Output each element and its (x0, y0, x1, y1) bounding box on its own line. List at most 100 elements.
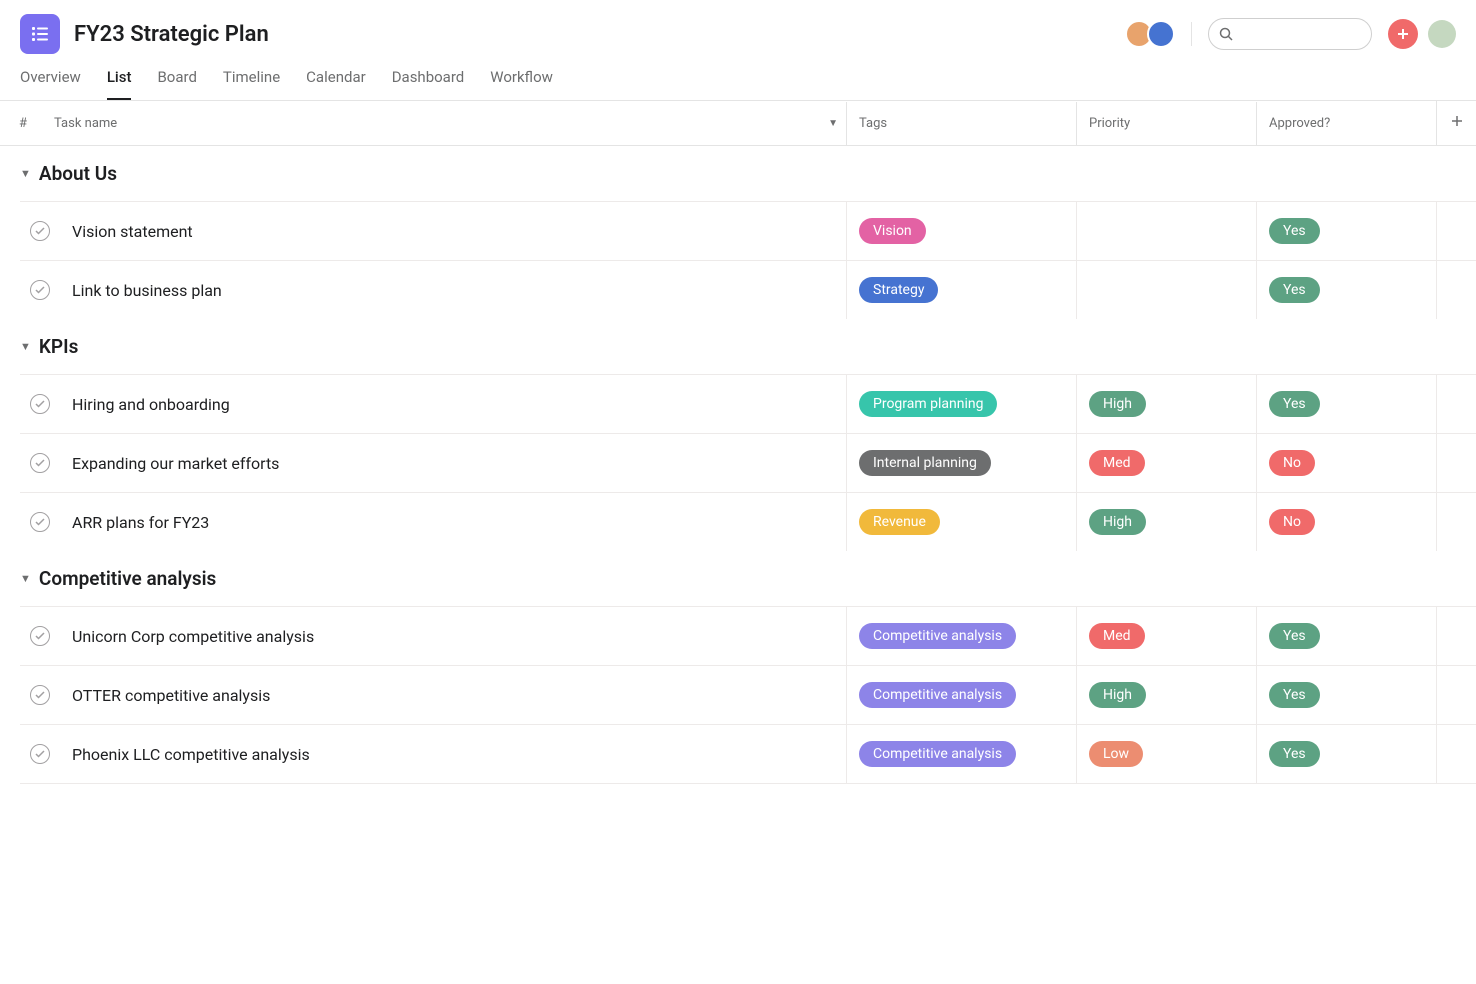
task-name[interactable]: Vision statement (60, 222, 846, 241)
task-name[interactable]: Link to business plan (60, 281, 846, 300)
column-task-name[interactable]: Task name ▼ (46, 102, 846, 145)
tag-pill: Revenue (859, 509, 940, 535)
row-spacer (1436, 493, 1476, 551)
table-row[interactable]: Expanding our market effortsInternal pla… (20, 433, 1476, 492)
task-priority-cell[interactable]: Med (1076, 607, 1256, 665)
table-row[interactable]: Phoenix LLC competitive analysis Competit… (20, 724, 1476, 784)
complete-checkbox[interactable] (30, 626, 50, 646)
section-header[interactable]: ▼ KPIs (0, 319, 1476, 374)
project-icon[interactable] (20, 14, 60, 54)
tag-pill: Vision (859, 218, 926, 244)
tab-timeline[interactable]: Timeline (223, 68, 280, 100)
chevron-down-icon[interactable]: ▼ (828, 118, 838, 129)
column-task-label: Task name (54, 116, 117, 131)
table-row[interactable]: Unicorn Corp competitive analysis Competi… (20, 606, 1476, 665)
complete-checkbox[interactable] (30, 685, 50, 705)
task-tags-cell[interactable]: Internal planning (846, 434, 1076, 492)
task-approved-cell[interactable]: No (1256, 493, 1436, 551)
add-column-button[interactable] (1436, 101, 1476, 145)
row-spacer (1436, 607, 1476, 665)
check-icon (35, 400, 45, 408)
complete-checkbox[interactable] (30, 280, 50, 300)
tab-list[interactable]: List (107, 68, 132, 100)
priority-pill: Med (1089, 623, 1145, 649)
table-row[interactable]: Link to business plan Strategy Yes (20, 260, 1476, 319)
task-approved-cell[interactable]: No (1256, 434, 1436, 492)
task-priority-cell[interactable]: Med (1076, 434, 1256, 492)
task-name[interactable]: Unicorn Corp competitive analysis (60, 627, 846, 646)
table-row[interactable]: Vision statement Vision Yes (20, 201, 1476, 260)
section-title: KPIs (39, 335, 78, 358)
column-number: # (0, 102, 46, 145)
tab-board[interactable]: Board (157, 68, 196, 100)
column-priority[interactable]: Priority (1076, 102, 1256, 145)
table-row[interactable]: ARR plans for FY23 Revenue High No (20, 492, 1476, 551)
column-approved[interactable]: Approved? (1256, 102, 1436, 145)
task-priority-cell[interactable]: High (1076, 666, 1256, 724)
tab-overview[interactable]: Overview (20, 68, 81, 100)
check-icon (35, 750, 45, 758)
member-avatars[interactable] (1125, 20, 1175, 48)
task-name[interactable]: Expanding our market efforts (60, 454, 846, 473)
task-priority-cell[interactable]: High (1076, 375, 1256, 433)
complete-checkbox[interactable] (30, 744, 50, 764)
task-approved-cell[interactable]: Yes (1256, 666, 1436, 724)
complete-checkbox[interactable] (30, 512, 50, 532)
caret-down-icon: ▼ (20, 167, 31, 180)
task-priority-cell[interactable] (1076, 202, 1256, 260)
tag-pill: Program planning (859, 391, 997, 417)
add-button[interactable] (1388, 19, 1418, 49)
task-approved-cell[interactable]: Yes (1256, 375, 1436, 433)
task-approved-cell[interactable]: Yes (1256, 261, 1436, 319)
task-tags-cell[interactable]: Program planning (846, 375, 1076, 433)
priority-pill: High (1089, 509, 1146, 535)
task-approved-cell[interactable]: Yes (1256, 202, 1436, 260)
approved-pill: Yes (1269, 277, 1320, 303)
tag-pill: Competitive analysis (859, 741, 1016, 767)
tag-pill: Competitive analysis (859, 623, 1016, 649)
row-spacer (1436, 725, 1476, 783)
table-row[interactable]: OTTER competitive analysisCompetitive an… (20, 665, 1476, 724)
column-tags[interactable]: Tags (846, 102, 1076, 145)
priority-pill: High (1089, 391, 1146, 417)
task-name[interactable]: Phoenix LLC competitive analysis (60, 745, 846, 764)
task-tags-cell[interactable]: Competitive analysis (846, 607, 1076, 665)
caret-down-icon: ▼ (20, 340, 31, 353)
task-tags-cell[interactable]: Revenue (846, 493, 1076, 551)
approved-pill: No (1269, 450, 1315, 476)
complete-checkbox[interactable] (30, 453, 50, 473)
tab-calendar[interactable]: Calendar (306, 68, 366, 100)
plus-icon (1396, 27, 1410, 41)
task-priority-cell[interactable]: Low (1076, 725, 1256, 783)
row-spacer (1436, 434, 1476, 492)
tag-pill: Strategy (859, 277, 938, 303)
task-tags-cell[interactable]: Competitive analysis (846, 666, 1076, 724)
complete-checkbox[interactable] (30, 394, 50, 414)
task-name[interactable]: ARR plans for FY23 (60, 513, 846, 532)
search-input[interactable] (1208, 18, 1372, 50)
task-approved-cell[interactable]: Yes (1256, 725, 1436, 783)
approved-pill: No (1269, 509, 1315, 535)
section-header[interactable]: ▼About Us (0, 146, 1476, 201)
task-tags-cell[interactable]: Vision (846, 202, 1076, 260)
user-avatar[interactable] (1428, 20, 1456, 48)
project-title[interactable]: FY23 Strategic Plan (74, 22, 269, 47)
task-approved-cell[interactable]: Yes (1256, 607, 1436, 665)
task-name[interactable]: OTTER competitive analysis (60, 686, 846, 705)
check-icon (35, 286, 45, 294)
priority-pill: High (1089, 682, 1146, 708)
tab-workflow[interactable]: Workflow (490, 68, 553, 100)
member-avatar[interactable] (1147, 20, 1175, 48)
task-tags-cell[interactable]: Strategy (846, 261, 1076, 319)
task-priority-cell[interactable]: High (1076, 493, 1256, 551)
caret-down-icon: ▼ (20, 572, 31, 585)
table-row[interactable]: Hiring and onboarding Program planning Hig… (20, 374, 1476, 433)
complete-checkbox[interactable] (30, 221, 50, 241)
tab-dashboard[interactable]: Dashboard (392, 68, 465, 100)
section-header[interactable]: ▼Competitive analysis (0, 551, 1476, 606)
task-tags-cell[interactable]: Competitive analysis (846, 725, 1076, 783)
approved-pill: Yes (1269, 682, 1320, 708)
row-spacer (1436, 666, 1476, 724)
task-name[interactable]: Hiring and onboarding (60, 395, 846, 414)
task-priority-cell[interactable] (1076, 261, 1256, 319)
